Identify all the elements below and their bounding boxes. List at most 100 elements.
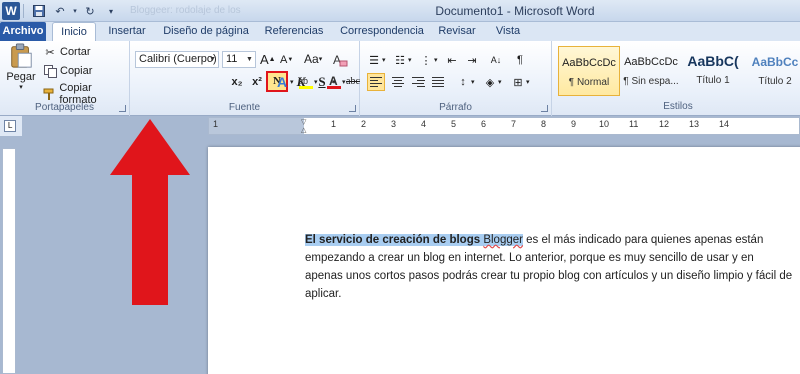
font-name-select[interactable]: Calibri (Cuerpo) ▼ [135,51,219,68]
ruler-tick-label: 13 [689,119,700,129]
subscript-button[interactable]: x₂ [228,73,246,91]
numbering-icon: ☷ [395,54,405,67]
selected-bold-text[interactable]: El servicio de creación de blogs [305,234,481,246]
justify-button[interactable] [429,73,447,91]
document-page[interactable]: El servicio de creación de blogs Blogger… [208,147,800,374]
clear-formatting-icon[interactable]: A [332,52,348,68]
styles-gallery: AaBbCcDc ¶ Normal AaBbCcDc ¶ Sin espa...… [556,44,800,98]
paste-dropdown-icon[interactable]: ▾ [19,83,23,91]
style-sample: AaBbCcDc [562,57,616,69]
qat-separator [23,4,24,18]
tab-referencias[interactable]: Referencias [258,22,330,41]
increase-indent-button[interactable]: ⇥ [464,52,480,68]
font-size-value: 11 [226,53,238,65]
ruler-tick-label: 2 [361,119,367,129]
font-name-value: Calibri (Cuerpo) [139,53,217,65]
change-case-label: Aa [304,52,319,66]
borders-button[interactable]: ⊞ ▾ [510,74,529,90]
copy-button[interactable]: Copiar [42,63,92,79]
cut-button[interactable]: ✂ Cortar [42,44,91,60]
tab-correspondencia[interactable]: Correspondencia [336,22,428,41]
ruler-tick-label: 10 [599,119,610,129]
shading-button[interactable]: ◈ ▾ [482,74,502,90]
bullets-button[interactable]: ☰ ▾ [366,52,385,68]
text-effects-button[interactable]: A ▾ [274,74,294,90]
save-icon[interactable] [30,2,48,20]
decrease-indent-button[interactable]: ⇤ [444,52,460,68]
style-titulo-2[interactable]: AaBbCc Título 2 [744,46,800,96]
sort-icon: A↓ [490,55,502,65]
redo-icon[interactable]: ↻ [81,2,99,20]
multilevel-list-button[interactable]: ⋮ ▾ [418,52,438,68]
paragraph-line-4: aplicar. [305,288,342,300]
tab-vista[interactable]: Vista [488,22,528,41]
ruler-tick-label: 11 [629,119,639,129]
styles-group-label: Estilos [663,101,693,112]
style-normal[interactable]: AaBbCcDc ¶ Normal [558,46,620,96]
tab-insertar[interactable]: Insertar [100,22,154,41]
chevron-down-icon: ▼ [209,56,216,63]
document-paragraph[interactable]: El servicio de creación de blogs Blogger… [305,231,795,303]
first-line-indent-marker[interactable]: ▽ [301,118,306,126]
grow-font-label: A [260,52,269,67]
copy-icon [42,63,58,79]
highlight-button[interactable]: ab ▾ [298,74,318,90]
change-case-button[interactable]: Aa ▾ [304,52,322,66]
ruler-tick-label: 4 [421,119,427,129]
cut-label: Cortar [60,46,91,58]
selected-word-blogger[interactable]: Blogger [483,234,523,246]
left-indent-marker[interactable]: △ [301,126,306,134]
tab-diseno-de-pagina[interactable]: Diseño de página [158,22,254,41]
font-row-anchor [135,73,136,74]
grow-font-button[interactable]: A ▲ [260,52,276,67]
superscript-button[interactable]: x² [248,73,266,91]
increase-indent-icon: ⇥ [467,54,477,67]
vertical-ruler[interactable] [2,148,16,374]
ruler-tick-label: 14 [719,119,730,129]
clipboard-group-label: Portapapeles [35,102,94,113]
tab-revisar[interactable]: Revisar [432,22,482,41]
scissors-icon: ✂ [45,46,55,59]
undo-dropdown-icon[interactable]: ▾ [72,2,78,20]
ruler-tick-label: 9 [571,119,577,129]
ruler-tick-label: 1 [331,119,337,129]
tab-selector-icon[interactable]: L [4,120,16,132]
font-color-icon: A [326,74,342,90]
show-marks-button[interactable]: ¶ [512,52,528,68]
style-sin-espaciado[interactable]: AaBbCcDc ¶ Sin espa... [620,46,682,96]
undo-icon[interactable]: ↶ [51,2,69,20]
svg-text:A: A [329,74,338,88]
font-color-button[interactable]: A ▾ [326,74,346,90]
chevron-down-icon: ▼ [246,56,253,63]
paste-icon [11,43,32,68]
highlighter-icon: ab [298,74,314,90]
borders-icon: ⊞ [513,76,523,89]
clipboard-group: Pegar ▾ ✂ Cortar Copiar Copiar formato P… [0,41,130,116]
align-center-button[interactable] [389,73,407,91]
tab-archivo[interactable]: Archivo [0,22,46,41]
paragraph-line-2: empezando a crear un blog en internet. L… [305,252,754,264]
font-launcher-icon[interactable] [349,105,356,112]
align-left-button[interactable] [367,73,385,91]
align-right-button[interactable] [409,73,427,91]
pilcrow-icon: ¶ [517,54,523,66]
ruler-tick-label: 1 [213,119,219,129]
customize-qat-icon[interactable]: ▾ [102,2,120,20]
font-size-select[interactable]: 11 ▼ [222,51,256,68]
ruler-tick-label: 7 [511,119,517,129]
style-name: Título 1 [696,75,730,86]
paste-button[interactable]: Pegar ▾ [6,43,36,91]
word-icon[interactable]: W [2,2,20,20]
clipboard-launcher-icon[interactable] [119,105,126,112]
sort-button[interactable]: A↓ [488,52,504,68]
style-titulo-1[interactable]: AaBbC( Título 1 [682,46,744,96]
paragraph-launcher-icon[interactable] [541,105,548,112]
tab-inicio[interactable]: Inicio [52,22,96,42]
style-name: Título 2 [758,76,792,87]
numbering-button[interactable]: ☷ ▾ [392,52,411,68]
ruler-tick-label: 3 [391,119,397,129]
shrink-font-button[interactable]: A ▼ [280,54,293,66]
shrink-font-label: A [280,54,288,66]
horizontal-ruler[interactable]: 1 1 2 3 4 5 6 7 8 9 10 11 12 13 14 ▽ △ [208,117,800,135]
line-spacing-button[interactable]: ↕ ▾ [455,74,474,90]
